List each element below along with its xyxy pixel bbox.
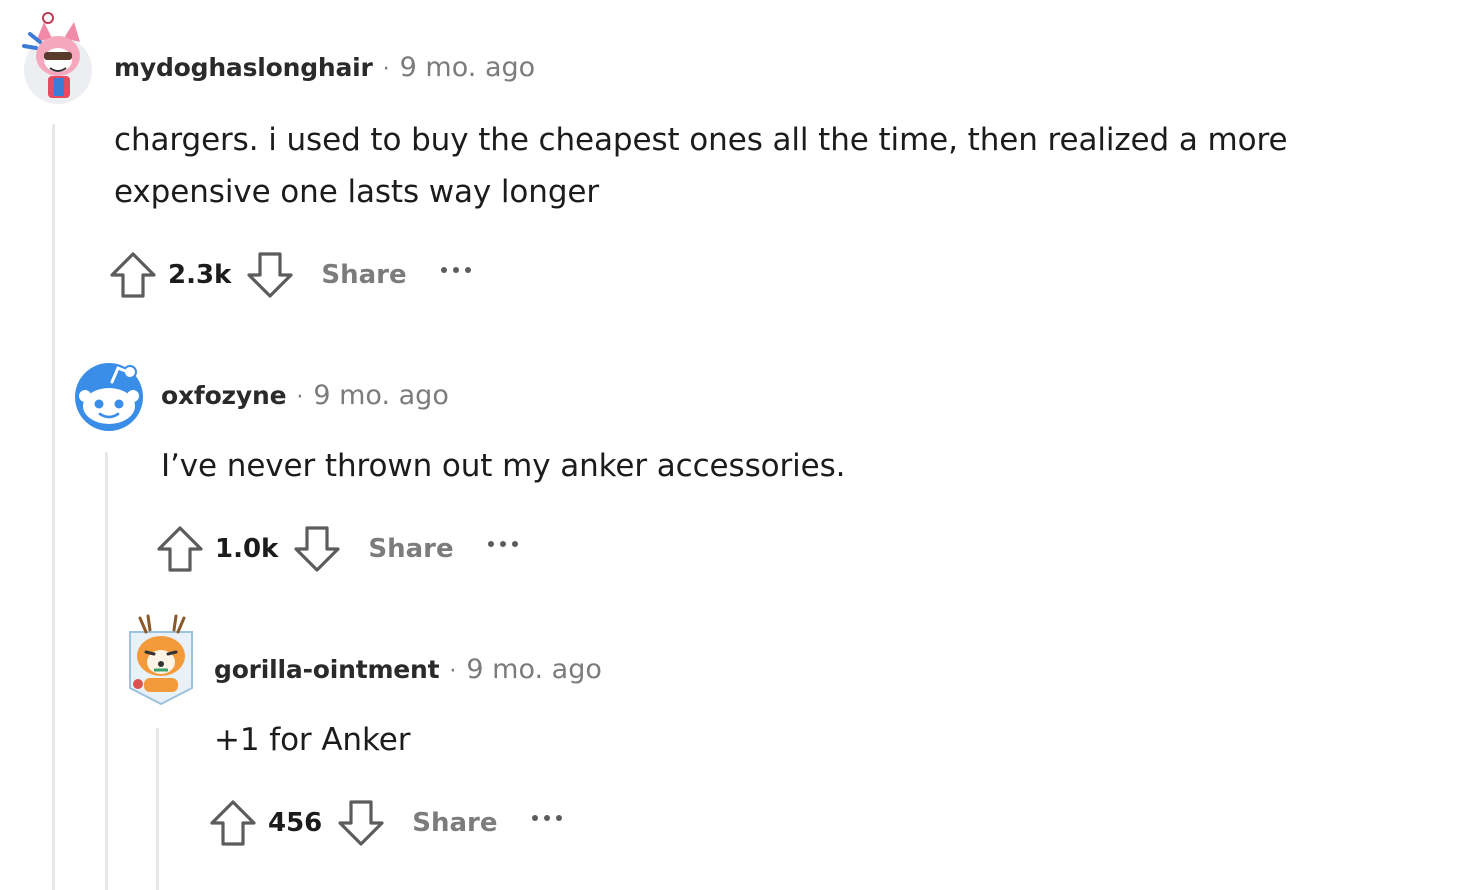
comment-actions: 1.0k Share xyxy=(155,524,524,574)
thread-line-level-1[interactable] xyxy=(52,124,55,890)
meta-separator: · xyxy=(296,385,304,410)
upvote-icon[interactable] xyxy=(108,250,158,300)
thread-line-level-2[interactable] xyxy=(105,452,108,890)
comment-body: I’ve never thrown out my anker accessori… xyxy=(161,440,1361,492)
comment-body-line: expensive one lasts way longer xyxy=(114,174,600,210)
comment-meta: oxfozyne · 9 mo. ago xyxy=(161,380,449,411)
vote-score: 456 xyxy=(268,808,323,838)
snoo-default-avatar-icon xyxy=(75,363,143,431)
comment-body: +1 for Anker xyxy=(214,714,1314,766)
downvote-icon[interactable] xyxy=(292,524,342,574)
share-button[interactable]: Share xyxy=(321,260,406,290)
comment-body-line: I’ve never thrown out my anker accessori… xyxy=(161,448,846,484)
meta-separator: · xyxy=(382,57,390,82)
comment-body: chargers. i used to buy the cheapest one… xyxy=(114,114,1434,218)
comment-timestamp[interactable]: 9 mo. ago xyxy=(466,654,601,685)
downvote-icon[interactable] xyxy=(245,250,295,300)
comment-timestamp[interactable]: 9 mo. ago xyxy=(313,380,448,411)
pink-cat-avatar-icon xyxy=(22,12,92,104)
vote-score: 2.3k xyxy=(168,260,232,290)
comment-actions: 456 Share xyxy=(208,798,568,848)
author-username[interactable]: gorilla-ointment xyxy=(214,655,440,684)
avatar[interactable] xyxy=(18,12,96,104)
comment-actions: 2.3k Share xyxy=(108,250,477,300)
comment-body-line: chargers. i used to buy the cheapest one… xyxy=(114,122,1288,158)
comment-meta: mydoghaslonghair · 9 mo. ago xyxy=(114,52,535,83)
fox-deer-avatar-icon xyxy=(129,614,193,706)
downvote-icon[interactable] xyxy=(336,798,386,848)
comment-meta: gorilla-ointment · 9 mo. ago xyxy=(214,654,602,685)
author-username[interactable]: mydoghaslonghair xyxy=(114,53,373,82)
more-options-icon[interactable] xyxy=(531,793,568,843)
comment-timestamp[interactable]: 9 mo. ago xyxy=(400,52,535,83)
thread-line-level-3[interactable] xyxy=(156,728,159,890)
avatar[interactable] xyxy=(124,612,198,706)
more-options-icon[interactable] xyxy=(487,519,524,569)
avatar[interactable] xyxy=(72,360,146,434)
upvote-icon[interactable] xyxy=(208,798,258,848)
share-button[interactable]: Share xyxy=(368,534,453,564)
author-username[interactable]: oxfozyne xyxy=(161,381,287,410)
more-options-icon[interactable] xyxy=(440,245,477,295)
comment-body-line: +1 for Anker xyxy=(214,722,411,758)
upvote-icon[interactable] xyxy=(155,524,205,574)
vote-score: 1.0k xyxy=(215,534,279,564)
meta-separator: · xyxy=(449,659,457,684)
share-button[interactable]: Share xyxy=(412,808,497,838)
